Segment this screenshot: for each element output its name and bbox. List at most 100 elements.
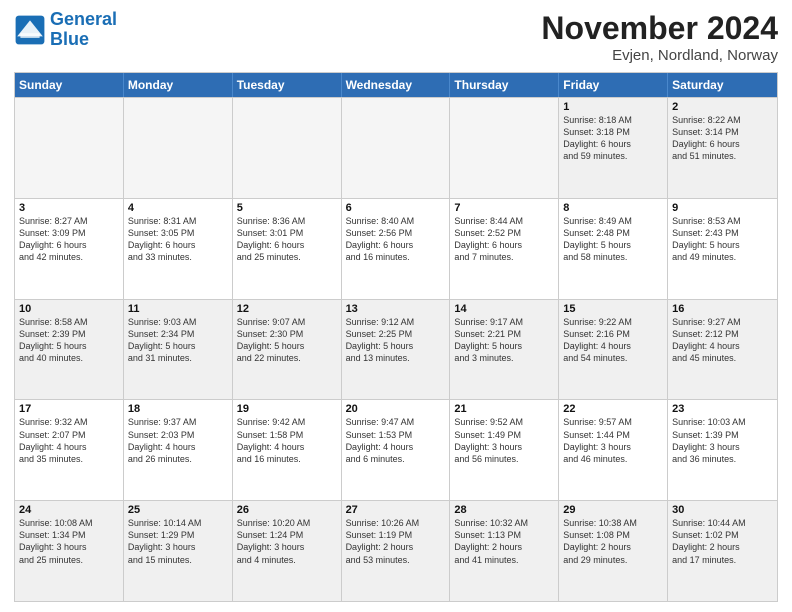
calendar-cell: 23Sunrise: 10:03 AM Sunset: 1:39 PM Dayl… (668, 400, 777, 500)
calendar-cell: 16Sunrise: 9:27 AM Sunset: 2:12 PM Dayli… (668, 300, 777, 400)
day-number: 4 (128, 202, 228, 214)
calendar-cell: 22Sunrise: 9:57 AM Sunset: 1:44 PM Dayli… (559, 400, 668, 500)
day-number: 19 (237, 403, 337, 415)
calendar-cell: 7Sunrise: 8:44 AM Sunset: 2:52 PM Daylig… (450, 199, 559, 299)
calendar-cell: 11Sunrise: 9:03 AM Sunset: 2:34 PM Dayli… (124, 300, 233, 400)
day-number: 9 (672, 202, 773, 214)
day-number: 2 (672, 101, 773, 113)
calendar-cell: 3Sunrise: 8:27 AM Sunset: 3:09 PM Daylig… (15, 199, 124, 299)
day-number: 23 (672, 403, 773, 415)
day-number: 17 (19, 403, 119, 415)
calendar-cell: 29Sunrise: 10:38 AM Sunset: 1:08 PM Dayl… (559, 501, 668, 601)
calendar-header-cell: Saturday (668, 73, 777, 97)
day-number: 15 (563, 303, 663, 315)
calendar-cell: 20Sunrise: 9:47 AM Sunset: 1:53 PM Dayli… (342, 400, 451, 500)
day-number: 12 (237, 303, 337, 315)
cell-info: Sunrise: 9:37 AM Sunset: 2:03 PM Dayligh… (128, 416, 228, 465)
calendar-cell: 21Sunrise: 9:52 AM Sunset: 1:49 PM Dayli… (450, 400, 559, 500)
calendar-week: 10Sunrise: 8:58 AM Sunset: 2:39 PM Dayli… (15, 299, 777, 400)
day-number: 21 (454, 403, 554, 415)
calendar-cell: 26Sunrise: 10:20 AM Sunset: 1:24 PM Dayl… (233, 501, 342, 601)
day-number: 22 (563, 403, 663, 415)
calendar-header-cell: Friday (559, 73, 668, 97)
cell-info: Sunrise: 8:40 AM Sunset: 2:56 PM Dayligh… (346, 215, 446, 264)
cell-info: Sunrise: 8:53 AM Sunset: 2:43 PM Dayligh… (672, 215, 773, 264)
calendar-cell: 6Sunrise: 8:40 AM Sunset: 2:56 PM Daylig… (342, 199, 451, 299)
calendar-cell: 1Sunrise: 8:18 AM Sunset: 3:18 PM Daylig… (559, 98, 668, 198)
cell-info: Sunrise: 9:27 AM Sunset: 2:12 PM Dayligh… (672, 316, 773, 365)
cell-info: Sunrise: 9:12 AM Sunset: 2:25 PM Dayligh… (346, 316, 446, 365)
calendar-cell: 2Sunrise: 8:22 AM Sunset: 3:14 PM Daylig… (668, 98, 777, 198)
cell-info: Sunrise: 9:17 AM Sunset: 2:21 PM Dayligh… (454, 316, 554, 365)
cell-info: Sunrise: 8:49 AM Sunset: 2:48 PM Dayligh… (563, 215, 663, 264)
logo-line1: General (50, 9, 117, 29)
calendar-cell: 8Sunrise: 8:49 AM Sunset: 2:48 PM Daylig… (559, 199, 668, 299)
cell-info: Sunrise: 8:36 AM Sunset: 3:01 PM Dayligh… (237, 215, 337, 264)
cell-info: Sunrise: 9:22 AM Sunset: 2:16 PM Dayligh… (563, 316, 663, 365)
cell-info: Sunrise: 9:47 AM Sunset: 1:53 PM Dayligh… (346, 416, 446, 465)
calendar-cell: 9Sunrise: 8:53 AM Sunset: 2:43 PM Daylig… (668, 199, 777, 299)
cell-info: Sunrise: 8:44 AM Sunset: 2:52 PM Dayligh… (454, 215, 554, 264)
day-number: 14 (454, 303, 554, 315)
day-number: 1 (563, 101, 663, 113)
calendar-cell: 12Sunrise: 9:07 AM Sunset: 2:30 PM Dayli… (233, 300, 342, 400)
day-number: 27 (346, 504, 446, 516)
calendar-cell: 19Sunrise: 9:42 AM Sunset: 1:58 PM Dayli… (233, 400, 342, 500)
calendar-cell: 25Sunrise: 10:14 AM Sunset: 1:29 PM Dayl… (124, 501, 233, 601)
calendar-cell: 30Sunrise: 10:44 AM Sunset: 1:02 PM Dayl… (668, 501, 777, 601)
calendar-cell (342, 98, 451, 198)
calendar-header-cell: Wednesday (342, 73, 451, 97)
calendar-cell: 13Sunrise: 9:12 AM Sunset: 2:25 PM Dayli… (342, 300, 451, 400)
day-number: 16 (672, 303, 773, 315)
cell-info: Sunrise: 9:42 AM Sunset: 1:58 PM Dayligh… (237, 416, 337, 465)
calendar-week: 3Sunrise: 8:27 AM Sunset: 3:09 PM Daylig… (15, 198, 777, 299)
day-number: 26 (237, 504, 337, 516)
day-number: 29 (563, 504, 663, 516)
cell-info: Sunrise: 10:44 AM Sunset: 1:02 PM Daylig… (672, 517, 773, 566)
cell-info: Sunrise: 8:22 AM Sunset: 3:14 PM Dayligh… (672, 114, 773, 163)
logo: General Blue (14, 10, 117, 50)
cell-info: Sunrise: 9:03 AM Sunset: 2:34 PM Dayligh… (128, 316, 228, 365)
calendar-week: 1Sunrise: 8:18 AM Sunset: 3:18 PM Daylig… (15, 97, 777, 198)
day-number: 20 (346, 403, 446, 415)
calendar-cell: 18Sunrise: 9:37 AM Sunset: 2:03 PM Dayli… (124, 400, 233, 500)
cell-info: Sunrise: 10:03 AM Sunset: 1:39 PM Daylig… (672, 416, 773, 465)
calendar-header-cell: Sunday (15, 73, 124, 97)
calendar-body: 1Sunrise: 8:18 AM Sunset: 3:18 PM Daylig… (15, 97, 777, 601)
calendar-cell: 15Sunrise: 9:22 AM Sunset: 2:16 PM Dayli… (559, 300, 668, 400)
calendar-week: 24Sunrise: 10:08 AM Sunset: 1:34 PM Dayl… (15, 500, 777, 601)
day-number: 5 (237, 202, 337, 214)
cell-info: Sunrise: 10:38 AM Sunset: 1:08 PM Daylig… (563, 517, 663, 566)
calendar-cell: 10Sunrise: 8:58 AM Sunset: 2:39 PM Dayli… (15, 300, 124, 400)
day-number: 30 (672, 504, 773, 516)
day-number: 13 (346, 303, 446, 315)
cell-info: Sunrise: 9:52 AM Sunset: 1:49 PM Dayligh… (454, 416, 554, 465)
calendar-cell: 28Sunrise: 10:32 AM Sunset: 1:13 PM Dayl… (450, 501, 559, 601)
cell-info: Sunrise: 9:57 AM Sunset: 1:44 PM Dayligh… (563, 416, 663, 465)
calendar-cell (233, 98, 342, 198)
cell-info: Sunrise: 9:32 AM Sunset: 2:07 PM Dayligh… (19, 416, 119, 465)
subtitle: Evjen, Nordland, Norway (541, 47, 778, 64)
logo-line2: Blue (50, 29, 89, 49)
cell-info: Sunrise: 10:32 AM Sunset: 1:13 PM Daylig… (454, 517, 554, 566)
calendar-cell: 14Sunrise: 9:17 AM Sunset: 2:21 PM Dayli… (450, 300, 559, 400)
main-title: November 2024 (541, 10, 778, 47)
day-number: 24 (19, 504, 119, 516)
cell-info: Sunrise: 10:08 AM Sunset: 1:34 PM Daylig… (19, 517, 119, 566)
title-block: November 2024 Evjen, Nordland, Norway (541, 10, 778, 64)
calendar-cell: 5Sunrise: 8:36 AM Sunset: 3:01 PM Daylig… (233, 199, 342, 299)
calendar-cell: 27Sunrise: 10:26 AM Sunset: 1:19 PM Dayl… (342, 501, 451, 601)
day-number: 10 (19, 303, 119, 315)
calendar-cell (124, 98, 233, 198)
cell-info: Sunrise: 10:26 AM Sunset: 1:19 PM Daylig… (346, 517, 446, 566)
day-number: 8 (563, 202, 663, 214)
calendar-cell: 4Sunrise: 8:31 AM Sunset: 3:05 PM Daylig… (124, 199, 233, 299)
day-number: 6 (346, 202, 446, 214)
logo-text: General Blue (50, 10, 117, 50)
calendar-week: 17Sunrise: 9:32 AM Sunset: 2:07 PM Dayli… (15, 399, 777, 500)
calendar-header-cell: Monday (124, 73, 233, 97)
calendar-header-cell: Tuesday (233, 73, 342, 97)
calendar-cell: 17Sunrise: 9:32 AM Sunset: 2:07 PM Dayli… (15, 400, 124, 500)
calendar-header: SundayMondayTuesdayWednesdayThursdayFrid… (15, 73, 777, 97)
header: General Blue November 2024 Evjen, Nordla… (14, 10, 778, 64)
